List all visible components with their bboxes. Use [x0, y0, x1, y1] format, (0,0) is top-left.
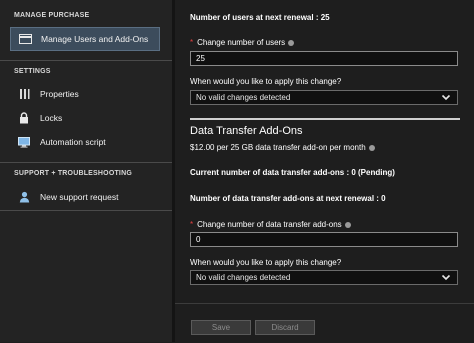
addons-count-input[interactable]: 0: [190, 232, 458, 247]
section-header-settings: SETTINGS: [14, 68, 51, 75]
save-button[interactable]: Save: [191, 320, 251, 335]
users-count-input[interactable]: 25: [190, 51, 458, 66]
section-divider: [190, 118, 460, 120]
data-transfer-title: Data Transfer Add-Ons: [190, 125, 303, 137]
apply-change-select-addons[interactable]: No valid changes detected: [190, 270, 458, 285]
sidebar-item-label: Properties: [40, 89, 79, 99]
sidebar-item-new-support-request[interactable]: New support request: [10, 185, 160, 209]
sidebar-item-locks[interactable]: Locks: [10, 106, 160, 130]
chevron-down-icon: [441, 274, 451, 281]
sidebar-item-properties[interactable]: Properties: [10, 82, 160, 106]
apply-change-select-users[interactable]: No valid changes detected: [190, 90, 458, 105]
apply-change-label: When would you like to apply this change…: [190, 77, 342, 86]
info-icon[interactable]: [368, 144, 375, 151]
divider: [0, 60, 172, 61]
sidebar-item-label: Manage Users and Add-Ons: [41, 34, 149, 44]
info-icon[interactable]: [344, 221, 351, 228]
sidebar: MANAGE PURCHASE Manage Users and Add-Ons…: [0, 0, 172, 342]
change-addons-label: * Change number of data transfer add-ons: [190, 220, 351, 229]
required-mark: *: [190, 220, 194, 229]
current-addons: Current number of data transfer add-ons …: [190, 168, 395, 177]
sidebar-item-manage-users[interactable]: Manage Users and Add-Ons: [10, 27, 160, 51]
users-at-renewal: Number of users at next renewal : 25: [190, 13, 330, 22]
apply-change-label: When would you like to apply this change…: [190, 258, 342, 267]
data-transfer-price: $12.00 per 25 GB data transfer add-on pe…: [190, 143, 375, 152]
action-footer: Save Discard: [175, 303, 474, 343]
discard-button[interactable]: Discard: [255, 320, 315, 335]
support-person-icon: [17, 190, 31, 204]
addons-at-renewal: Number of data transfer add-ons at next …: [190, 194, 386, 203]
lock-icon: [17, 111, 31, 125]
chevron-down-icon: [441, 94, 451, 101]
card-icon: [18, 32, 32, 46]
properties-icon: [17, 87, 31, 101]
sidebar-item-automation-script[interactable]: Automation script: [10, 130, 160, 154]
section-header-support: SUPPORT + TROUBLESHOOTING: [14, 170, 132, 177]
sidebar-item-label: Automation script: [40, 137, 106, 147]
divider: [0, 210, 172, 211]
change-users-label: * Change number of users: [190, 38, 295, 47]
sidebar-item-label: Locks: [40, 113, 63, 123]
sidebar-item-label: New support request: [40, 192, 119, 202]
divider: [0, 162, 172, 163]
section-header-manage-purchase: MANAGE PURCHASE: [14, 12, 90, 19]
required-mark: *: [190, 38, 194, 47]
info-icon[interactable]: [288, 39, 295, 46]
monitor-icon: [17, 135, 31, 149]
main-panel: Number of users at next renewal : 25 * Ch…: [175, 0, 474, 342]
